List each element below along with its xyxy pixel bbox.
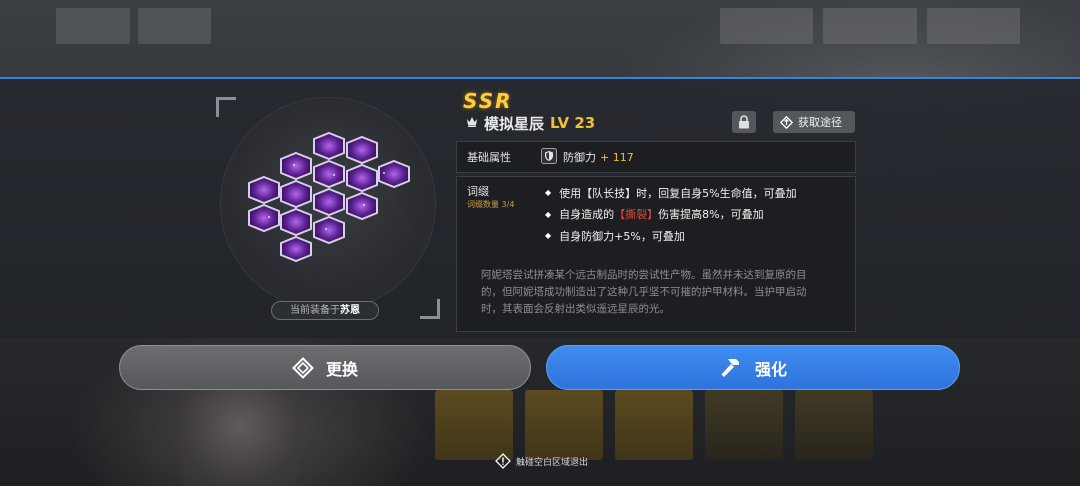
lock-button[interactable] bbox=[732, 111, 756, 133]
background-character bbox=[180, 385, 300, 486]
bullet-icon: ◆ bbox=[545, 209, 552, 219]
exit-hint-label: 触碰空白区域退出 bbox=[516, 457, 589, 468]
affix-box: 词缀 词缀数量 3/4 ◆ 使用【队长技】时，回复自身5%生命值，可叠加 ◆ 自… bbox=[456, 176, 856, 332]
exit-hint: 触碰空白区域退出 bbox=[495, 452, 588, 470]
equipped-character: 苏恩 bbox=[340, 305, 360, 316]
swap-label: 更换 bbox=[325, 359, 358, 379]
shield-icon bbox=[541, 147, 557, 167]
equipped-prefix: 当前装备于 bbox=[290, 305, 340, 316]
equipment-image bbox=[248, 131, 410, 263]
background-toolbar-right bbox=[720, 8, 1020, 44]
equipped-to-tag: 当前装备于苏恩 bbox=[271, 301, 379, 320]
background-toolbar-left bbox=[56, 8, 211, 44]
stat-bonus: + 117 bbox=[600, 150, 634, 164]
affix-title: 词缀 bbox=[467, 185, 489, 198]
equipment-detail-panel: 当前装备于苏恩 SSR 模拟星辰 LV 23 获取途径 基础属性 防御力 + 1… bbox=[0, 77, 1080, 338]
swap-button[interactable]: 更换 bbox=[119, 345, 531, 390]
affix-item: ◆ 自身防御力+5%，可叠加 bbox=[545, 229, 685, 243]
affix-item: ◆ 自身造成的 【撕裂】 伤害提高8%，可叠加 bbox=[545, 208, 764, 222]
lock-icon bbox=[739, 115, 749, 129]
item-name: 模拟星辰 bbox=[484, 114, 545, 133]
bullet-icon: ◆ bbox=[545, 188, 552, 198]
frame-corner-top-left bbox=[216, 97, 236, 117]
acquire-source-label: 获取途径 bbox=[798, 116, 842, 129]
frame-corner-bottom-right bbox=[420, 299, 440, 319]
acquire-source-button[interactable]: 获取途径 bbox=[773, 111, 855, 133]
affix-item: ◆ 使用【队长技】时，回复自身5%生命值，可叠加 bbox=[545, 186, 797, 200]
bullet-icon: ◆ bbox=[545, 231, 552, 241]
upgrade-button[interactable]: 强化 bbox=[546, 345, 960, 390]
background-item-cards bbox=[435, 390, 873, 460]
status-keyword: 【撕裂】 bbox=[614, 208, 659, 222]
base-stats-box: 基础属性 防御力 + 117 bbox=[456, 141, 856, 173]
affix-list: ◆ 使用【队长技】时，回复自身5%生命值，可叠加 ◆ 自身造成的 【撕裂】 伤害提高… bbox=[545, 182, 797, 247]
upgrade-label: 强化 bbox=[754, 359, 787, 379]
info-icon bbox=[495, 453, 511, 469]
item-title-row: 模拟星辰 LV 23 bbox=[466, 113, 595, 133]
base-stats-label: 基础属性 bbox=[467, 151, 511, 164]
source-icon bbox=[780, 115, 793, 129]
item-description: 阿妮塔尝试拼凑某个远古制品时的尝试性产物。虽然并未达到复原的目的，但阿妮塔成功制… bbox=[481, 269, 807, 315]
affix-count: 词缀数量 3/4 bbox=[467, 200, 515, 209]
stat-name: 防御力 bbox=[563, 151, 596, 164]
crown-icon bbox=[466, 116, 478, 130]
equipment-preview: 当前装备于苏恩 bbox=[214, 95, 442, 321]
swap-icon bbox=[292, 356, 314, 379]
hammer-icon bbox=[721, 358, 739, 377]
item-level: LV 23 bbox=[550, 114, 596, 132]
rarity-badge: SSR bbox=[463, 89, 513, 113]
